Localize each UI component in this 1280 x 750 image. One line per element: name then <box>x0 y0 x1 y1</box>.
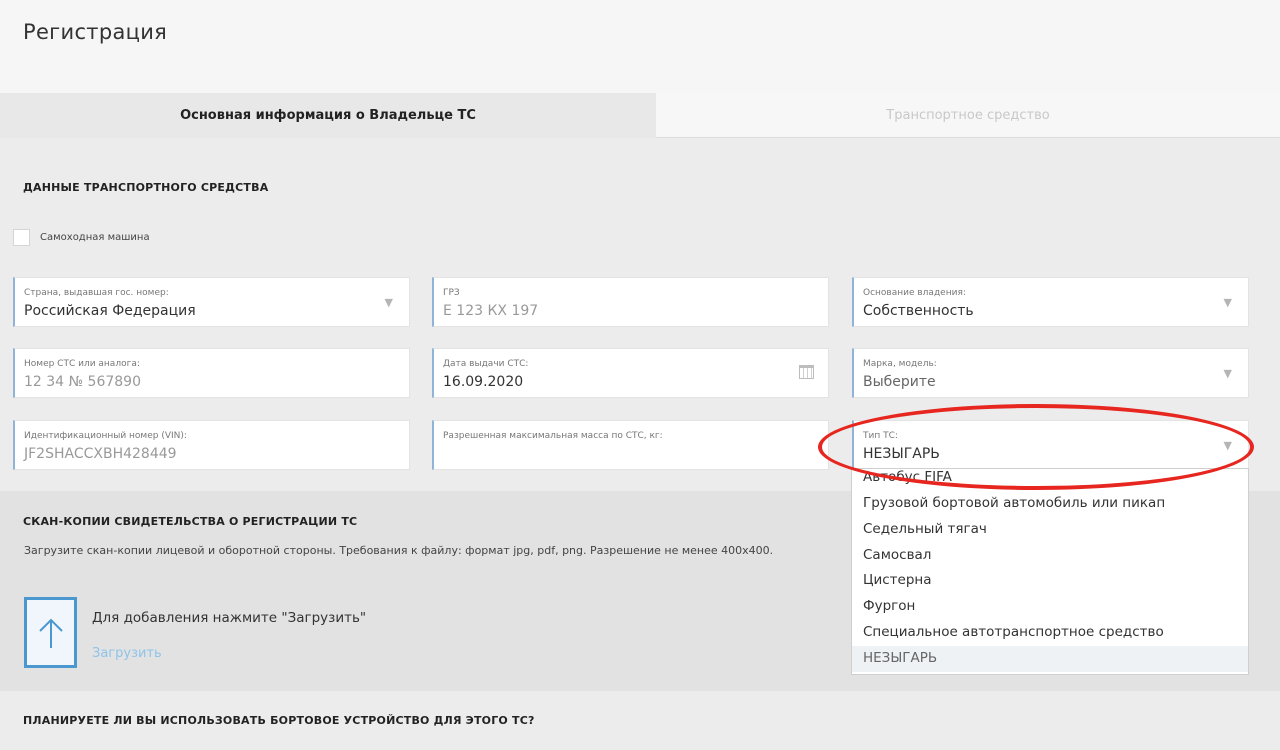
onboard-section-heading: ПЛАНИРУЕТЕ ЛИ ВЫ ИСПОЛЬЗОВАТЬ БОРТОВОЕ У… <box>23 714 535 727</box>
self-propelled-checkbox[interactable] <box>13 229 30 246</box>
vin-label: Идентификационный номер (VIN): <box>24 431 187 441</box>
dropdown-option[interactable]: Специальное автотранспортное средство <box>852 620 1248 646</box>
make-model-label: Марка, модель: <box>863 359 937 369</box>
vehicle-type-value: НЕЗЫГАРЬ <box>863 446 940 462</box>
self-propelled-label: Самоходная машина <box>40 232 150 243</box>
sts-number-value: 12 34 № 567890 <box>24 374 141 390</box>
chevron-down-icon: ▼ <box>1223 296 1232 309</box>
country-select[interactable]: Страна, выдавшая гос. номер: Российская … <box>13 277 410 327</box>
make-model-select[interactable]: Марка, модель: Выберите ▼ <box>852 348 1249 398</box>
vin-value: JF2SHACCXBH428449 <box>24 446 177 462</box>
sts-date-input[interactable]: Дата выдачи СТС: 16.09.2020 <box>432 348 829 398</box>
plate-input[interactable]: ГРЗ Е 123 КХ 197 <box>432 277 829 327</box>
dropdown-option[interactable]: Цистерна <box>852 568 1248 594</box>
scan-section-heading: СКАН-КОПИИ СВИДЕТЕЛЬСТВА О РЕГИСТРАЦИИ Т… <box>23 515 358 528</box>
plate-label: ГРЗ <box>443 288 460 298</box>
tab-vehicle[interactable]: Транспортное средство <box>656 93 1280 138</box>
dropdown-option[interactable]: Автобус FIFA <box>852 469 1248 491</box>
tab-bar: Основная информация о Владельце ТС Транс… <box>0 93 1280 138</box>
upload-link[interactable]: Загрузить <box>92 646 162 661</box>
arrow-up-icon <box>38 618 63 648</box>
country-value: Российская Федерация <box>24 303 196 319</box>
scan-description: Загрузите скан-копии лицевой и оборотной… <box>24 544 774 557</box>
chevron-down-icon: ▼ <box>1223 367 1232 380</box>
dropdown-option[interactable]: Самосвал <box>852 543 1248 569</box>
ownership-value: Собственность <box>863 303 974 319</box>
upload-hint: Для добавления нажмите "Загрузить" <box>92 610 367 626</box>
sts-date-value: 16.09.2020 <box>443 374 524 390</box>
self-propelled-row[interactable]: Самоходная машина <box>13 229 150 246</box>
sts-number-label: Номер СТС или аналога: <box>24 359 140 369</box>
plate-value: Е 123 КХ 197 <box>443 303 539 319</box>
upload-button[interactable] <box>24 597 77 668</box>
tab-owner-info[interactable]: Основная информация о Владельце ТС <box>0 93 656 138</box>
dropdown-option[interactable]: Грузовой бортовой автомобиль или пикап <box>852 491 1248 517</box>
sts-number-input[interactable]: Номер СТС или аналога: 12 34 № 567890 <box>13 348 410 398</box>
vehicle-type-label: Тип ТС: <box>863 431 898 441</box>
vehicle-section-heading: ДАННЫЕ ТРАНСПОРТНОГО СРЕДСТВА <box>23 181 269 194</box>
vehicle-type-dropdown: Автобус FIFA Грузовой бортовой автомобил… <box>851 468 1249 675</box>
header-bar: Регистрация <box>0 0 1280 93</box>
page-title: Регистрация <box>23 20 168 44</box>
ownership-label: Основание владения: <box>863 288 966 298</box>
make-model-value: Выберите <box>863 374 936 390</box>
vin-input[interactable]: Идентификационный номер (VIN): JF2SHACCX… <box>13 420 410 470</box>
chevron-down-icon: ▼ <box>1223 439 1232 452</box>
sts-date-label: Дата выдачи СТС: <box>443 359 529 369</box>
country-label: Страна, выдавшая гос. номер: <box>24 288 169 298</box>
vehicle-type-select[interactable]: Тип ТС: НЕЗЫГАРЬ ▼ <box>852 420 1249 470</box>
max-mass-input[interactable]: Разрешенная максимальная масса по СТС, к… <box>432 420 829 470</box>
max-mass-label: Разрешенная максимальная масса по СТС, к… <box>443 431 663 441</box>
calendar-icon[interactable] <box>799 365 814 379</box>
dropdown-option-selected[interactable]: НЕЗЫГАРЬ <box>852 645 1248 672</box>
chevron-down-icon: ▼ <box>384 296 393 309</box>
dropdown-option[interactable]: Седельный тягач <box>852 517 1248 543</box>
ownership-select[interactable]: Основание владения: Собственность ▼ <box>852 277 1249 327</box>
dropdown-option[interactable]: Фургон <box>852 594 1248 620</box>
